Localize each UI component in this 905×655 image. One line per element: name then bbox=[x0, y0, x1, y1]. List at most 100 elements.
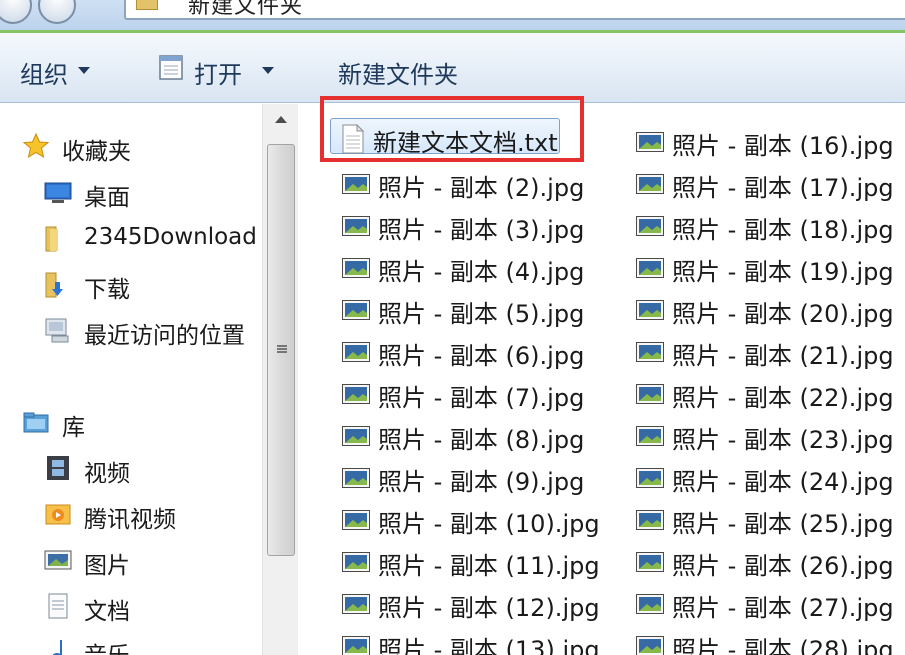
file-name: 照片 - 副本 (25).jpg bbox=[672, 510, 894, 538]
image-file-icon bbox=[342, 426, 370, 446]
video-icon bbox=[47, 456, 69, 480]
recent-places-icon bbox=[45, 318, 69, 343]
image-file-icon bbox=[342, 594, 370, 614]
folder-icon bbox=[136, 0, 158, 10]
grip-icon bbox=[277, 345, 287, 353]
file-item[interactable]: 照片 - 副本 (26).jpg bbox=[632, 542, 894, 580]
image-file-icon bbox=[342, 216, 370, 236]
nav-item-videos[interactable]: 视频 bbox=[0, 448, 262, 488]
nav-label: 桌面 bbox=[84, 185, 130, 211]
scroll-up-arrow-icon[interactable] bbox=[275, 116, 287, 123]
open-menu[interactable]: 打开 bbox=[194, 55, 242, 90]
file-item[interactable]: 照片 - 副本 (10).jpg bbox=[338, 500, 600, 538]
image-file-icon bbox=[636, 216, 664, 236]
file-item[interactable]: 照片 - 副本 (20).jpg bbox=[632, 290, 894, 328]
file-item[interactable]: 照片 - 副本 (5).jpg bbox=[338, 290, 600, 328]
file-item[interactable]: 照片 - 副本 (6).jpg bbox=[338, 332, 600, 370]
file-name: 照片 - 副本 (11).jpg bbox=[378, 552, 600, 580]
image-file-icon bbox=[636, 468, 664, 488]
file-item[interactable]: 照片 - 副本 (9).jpg bbox=[338, 458, 600, 496]
file-item[interactable]: 照片 - 副本 (12).jpg bbox=[338, 584, 600, 622]
image-file-icon bbox=[342, 342, 370, 362]
nav-label: 文档 bbox=[84, 599, 130, 625]
new-folder-button[interactable]: 新建文件夹 bbox=[338, 55, 458, 90]
image-file-icon bbox=[636, 384, 664, 404]
image-file-icon bbox=[636, 594, 664, 614]
music-icon bbox=[52, 640, 62, 655]
file-item[interactable]: 照片 - 副本 (16).jpg bbox=[632, 122, 894, 160]
nav-item-pictures[interactable]: 图片 bbox=[0, 540, 262, 580]
nav-item-recent-places[interactable]: 最近访问的位置 bbox=[0, 310, 262, 350]
file-name: 照片 - 副本 (3).jpg bbox=[378, 216, 585, 244]
address-bar[interactable]: 新建文件夹 bbox=[124, 0, 905, 20]
file-item[interactable]: 照片 - 副本 (17).jpg bbox=[632, 164, 894, 202]
tencent-video-folder-icon bbox=[45, 504, 71, 525]
title-bar: 新建文件夹 bbox=[0, 0, 905, 30]
file-item[interactable]: 照片 - 副本 (2).jpg bbox=[338, 164, 600, 202]
file-name: 照片 - 副本 (2).jpg bbox=[378, 174, 585, 202]
file-name: 照片 - 副本 (4).jpg bbox=[378, 258, 585, 286]
image-file-icon bbox=[636, 132, 664, 152]
image-file-icon bbox=[342, 258, 370, 278]
desktop-icon bbox=[44, 182, 72, 203]
navigation-pane: 收藏夹 桌面 2345Download 下载 最近访问的位置 库 视频 腾讯视频… bbox=[0, 104, 262, 655]
nav-label: 库 bbox=[62, 415, 85, 441]
image-file-icon bbox=[342, 300, 370, 320]
file-item[interactable]: 照片 - 副本 (23).jpg bbox=[632, 416, 894, 454]
file-name: 照片 - 副本 (18).jpg bbox=[672, 216, 894, 244]
nav-label: 音乐 bbox=[84, 636, 130, 655]
download-folder-icon bbox=[45, 272, 63, 298]
file-name: 照片 - 副本 (7).jpg bbox=[378, 384, 585, 412]
file-item[interactable]: 照片 - 副本 (28).jpg bbox=[632, 626, 894, 655]
nav-item-tencent-video[interactable]: 腾讯视频 bbox=[0, 494, 262, 534]
file-item[interactable]: 照片 - 副本 (25).jpg bbox=[632, 500, 894, 538]
file-name: 照片 - 副本 (9).jpg bbox=[378, 468, 585, 496]
file-item[interactable]: 照片 - 副本 (21).jpg bbox=[632, 332, 894, 370]
back-button[interactable] bbox=[0, 0, 32, 24]
notepad-icon bbox=[159, 55, 183, 80]
file-item[interactable]: 照片 - 副本 (18).jpg bbox=[632, 206, 894, 244]
file-name: 照片 - 副本 (24).jpg bbox=[672, 468, 894, 496]
file-name: 照片 - 副本 (22).jpg bbox=[672, 384, 894, 412]
file-item[interactable]: 照片 - 副本 (3).jpg bbox=[338, 206, 600, 244]
nav-scrollbar[interactable] bbox=[262, 104, 298, 655]
nav-item-downloads[interactable]: 下载 bbox=[0, 264, 262, 304]
nav-item-desktop[interactable]: 桌面 bbox=[0, 172, 262, 212]
file-name: 照片 - 副本 (19).jpg bbox=[672, 258, 894, 286]
nav-label: 下载 bbox=[84, 277, 130, 303]
nav-label: 最近访问的位置 bbox=[84, 323, 245, 349]
file-item[interactable]: 照片 - 副本 (19).jpg bbox=[632, 248, 894, 286]
file-item[interactable]: 照片 - 副本 (27).jpg bbox=[632, 584, 894, 622]
file-item[interactable]: 照片 - 副本 (4).jpg bbox=[338, 248, 600, 286]
file-name: 照片 - 副本 (12).jpg bbox=[378, 594, 600, 622]
file-item[interactable]: 照片 - 副本 (8).jpg bbox=[338, 416, 600, 454]
nav-item-documents[interactable]: 文档 bbox=[0, 586, 262, 626]
file-name: 照片 - 副本 (10).jpg bbox=[378, 510, 600, 538]
folder-icon bbox=[45, 226, 58, 252]
file-item[interactable]: 照片 - 副本 (7).jpg bbox=[338, 374, 600, 412]
image-file-icon bbox=[636, 636, 664, 655]
star-icon bbox=[22, 132, 50, 159]
file-name: 照片 - 副本 (23).jpg bbox=[672, 426, 894, 454]
file-name: 照片 - 副本 (28).jpg bbox=[672, 636, 894, 655]
file-item[interactable]: 照片 - 副本 (24).jpg bbox=[632, 458, 894, 496]
forward-button[interactable] bbox=[38, 0, 76, 24]
file-item[interactable]: 照片 - 副本 (22).jpg bbox=[632, 374, 894, 412]
image-file-icon bbox=[342, 468, 370, 488]
nav-item-favorites[interactable]: 收藏夹 bbox=[0, 126, 262, 166]
chevron-down-icon bbox=[262, 67, 274, 74]
file-name: 照片 - 副本 (20).jpg bbox=[672, 300, 894, 328]
file-item[interactable]: 照片 - 副本 (11).jpg bbox=[338, 542, 600, 580]
scroll-thumb[interactable] bbox=[267, 144, 295, 556]
image-file-icon bbox=[342, 384, 370, 404]
image-file-icon bbox=[342, 174, 370, 194]
nav-item-libraries[interactable]: 库 bbox=[0, 402, 262, 442]
file-name: 照片 - 副本 (5).jpg bbox=[378, 300, 585, 328]
file-name: 照片 - 副本 (17).jpg bbox=[672, 174, 894, 202]
organize-menu[interactable]: 组织 bbox=[20, 55, 68, 90]
file-item[interactable]: 照片 - 副本 (13).jpg bbox=[338, 626, 600, 655]
nav-item-music[interactable]: 音乐 bbox=[0, 630, 262, 655]
library-icon bbox=[23, 412, 49, 433]
address-path: 新建文件夹 bbox=[188, 0, 304, 19]
nav-item-2345download[interactable]: 2345Download bbox=[0, 218, 262, 258]
